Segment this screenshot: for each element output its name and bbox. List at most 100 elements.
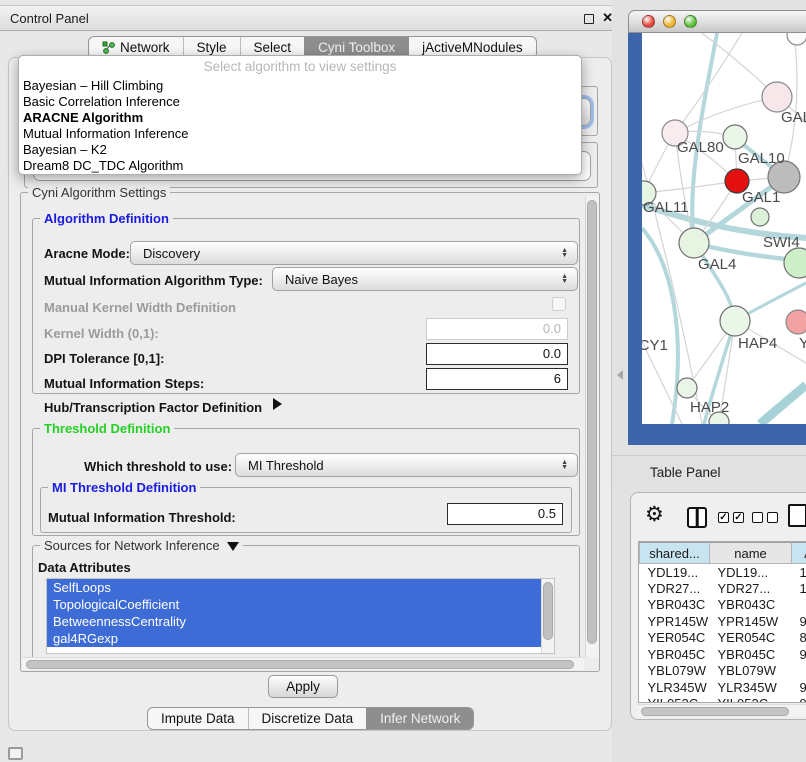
sources-group-title[interactable]: Sources for Network Inference bbox=[40, 538, 243, 553]
table-row[interactable]: YPR145WYPR145W9. bbox=[640, 613, 806, 630]
algorithm-option[interactable]: Mutual Information Inference bbox=[19, 126, 581, 142]
network-edge[interactable] bbox=[692, 33, 717, 243]
table-cell[interactable]: YIL052C bbox=[640, 696, 710, 704]
table-cell[interactable]: 13 bbox=[792, 564, 806, 581]
hub-definition-label[interactable]: Hub/Transcription Factor Definition bbox=[44, 400, 262, 415]
table-cell[interactable]: YDR27... bbox=[710, 580, 792, 597]
data-attribute-item[interactable]: SelfLoops bbox=[47, 579, 554, 596]
network-edge[interactable] bbox=[760, 385, 806, 424]
table-row[interactable]: YBL079WYBL079W bbox=[640, 663, 806, 680]
mi-threshold-field[interactable]: 0.5 bbox=[447, 503, 563, 525]
manual-kernel-checkbox[interactable] bbox=[552, 297, 566, 311]
data-attributes-list[interactable]: SelfLoopsTopologicalCoefficientBetweenne… bbox=[46, 578, 555, 654]
table-column-header[interactable]: shared... bbox=[640, 543, 710, 564]
network-view-canvas[interactable]: GALGAL80GAL10GAL1GAL11SWI4GAL4GCY1HAP4YH… bbox=[642, 33, 806, 424]
network-node[interactable] bbox=[677, 378, 697, 398]
table-row[interactable]: YDL19...YDL19...13 bbox=[640, 564, 806, 581]
table-cell[interactable]: YDR27... bbox=[640, 580, 710, 597]
network-node[interactable] bbox=[751, 208, 769, 226]
select-all-icon[interactable]: ✓ bbox=[733, 512, 744, 523]
algorithm-option[interactable]: Basic Correlation Inference bbox=[19, 94, 581, 110]
table-row[interactable]: YLR345WYLR345W9. bbox=[640, 679, 806, 696]
table-row[interactable]: YER054CYER054C8. bbox=[640, 630, 806, 647]
network-node[interactable] bbox=[679, 228, 709, 258]
network-node[interactable] bbox=[786, 310, 806, 334]
table-cell[interactable] bbox=[792, 597, 806, 614]
apply-button[interactable]: Apply bbox=[268, 675, 338, 698]
panel-divider-handle[interactable] bbox=[617, 370, 623, 380]
data-attribute-item[interactable]: gal4RGexp bbox=[47, 630, 554, 647]
float-window-icon[interactable] bbox=[584, 14, 594, 24]
tab-discretize-data[interactable]: Discretize Data bbox=[248, 708, 367, 729]
table-cell[interactable]: 9. bbox=[792, 613, 806, 630]
network-node[interactable] bbox=[784, 248, 806, 278]
aracne-mode-combo[interactable]: Discovery ▲▼ bbox=[130, 241, 578, 265]
table-cell[interactable]: YBR045C bbox=[640, 646, 710, 663]
table-row[interactable]: YBR043CYBR043C bbox=[640, 597, 806, 614]
table-cell[interactable]: YLR345W bbox=[640, 679, 710, 696]
table-cell[interactable]: YIL052C bbox=[710, 696, 792, 704]
table-cell[interactable]: YBR045C bbox=[710, 646, 792, 663]
table-cell[interactable] bbox=[792, 663, 806, 680]
mi-type-combo[interactable]: Naive Bayes ▲▼ bbox=[272, 267, 578, 291]
table-horizontal-scrollbar[interactable] bbox=[638, 704, 806, 716]
split-view-icon[interactable] bbox=[687, 507, 707, 528]
minimize-traffic-icon[interactable] bbox=[663, 15, 676, 28]
collapsed-panel-icon[interactable] bbox=[8, 747, 23, 760]
settings-horizontal-scrollbar[interactable] bbox=[22, 657, 584, 670]
table-cell[interactable]: YBR043C bbox=[640, 597, 710, 614]
network-edge[interactable] bbox=[644, 181, 737, 193]
table-column-header[interactable]: A bbox=[792, 543, 806, 564]
mi-steps-field[interactable]: 6 bbox=[426, 368, 568, 390]
table-cell[interactable]: 9. bbox=[792, 679, 806, 696]
gear-icon[interactable]: ⚙ bbox=[645, 502, 664, 526]
algorithm-option[interactable]: Bayesian – Hill Climbing bbox=[19, 78, 581, 94]
table-cell[interactable]: YPR145W bbox=[710, 613, 792, 630]
deselect-all-icon[interactable] bbox=[752, 512, 763, 523]
data-attribute-item[interactable]: BetweennessCentrality bbox=[47, 613, 554, 630]
table-cell[interactable]: YDL19... bbox=[640, 564, 710, 581]
table-cell[interactable]: YER054C bbox=[640, 630, 710, 647]
tab-impute-data[interactable]: Impute Data bbox=[148, 708, 248, 729]
triangle-down-icon bbox=[227, 542, 239, 551]
table-column-header[interactable]: name bbox=[710, 543, 792, 564]
network-node[interactable] bbox=[762, 82, 792, 112]
table-row[interactable]: YBR045CYBR045C9. bbox=[640, 646, 806, 663]
table-row[interactable]: YDR27...YDR27...12 bbox=[640, 580, 806, 597]
select-all-icon[interactable]: ✓ bbox=[718, 512, 729, 523]
network-edge[interactable] bbox=[675, 97, 777, 133]
table-cell[interactable]: YER054C bbox=[710, 630, 792, 647]
table-cell[interactable]: YLR345W bbox=[710, 679, 792, 696]
table-cell[interactable]: 8. bbox=[792, 630, 806, 647]
algorithm-option[interactable]: ARACNE Algorithm bbox=[19, 110, 581, 126]
attributes-list-scrollbar[interactable] bbox=[541, 579, 554, 653]
table-cell[interactable]: 12 bbox=[792, 580, 806, 597]
kernel-width-field[interactable]: 0.0 bbox=[426, 318, 568, 340]
triangle-right-icon[interactable] bbox=[273, 398, 282, 410]
table-row[interactable]: YIL052CYIL052C9 bbox=[640, 696, 806, 704]
data-attribute-item[interactable]: TopologicalCoefficient bbox=[47, 596, 554, 613]
which-threshold-combo[interactable]: MI Threshold ▲▼ bbox=[235, 453, 578, 477]
tab-infer-network[interactable]: Infer Network bbox=[366, 708, 473, 729]
settings-vertical-scrollbar[interactable] bbox=[585, 196, 599, 657]
dpi-tolerance-field[interactable]: 0.0 bbox=[426, 343, 568, 365]
table-cell[interactable]: 9. bbox=[792, 646, 806, 663]
table-cell[interactable]: YPR145W bbox=[640, 613, 710, 630]
network-edge[interactable] bbox=[642, 228, 678, 424]
new-table-icon[interactable] bbox=[788, 504, 806, 527]
deselect-all-icon[interactable] bbox=[767, 512, 778, 523]
table-cell[interactable]: YBR043C bbox=[710, 597, 792, 614]
algorithm-option[interactable]: Bayesian – K2 bbox=[19, 142, 581, 158]
network-node[interactable] bbox=[787, 33, 806, 45]
network-node[interactable] bbox=[723, 125, 747, 149]
network-node[interactable] bbox=[720, 306, 750, 336]
table-cell[interactable]: 9 bbox=[792, 696, 806, 704]
zoom-traffic-icon[interactable] bbox=[684, 15, 697, 28]
table-cell[interactable]: YBL079W bbox=[640, 663, 710, 680]
table-cell[interactable]: YDL19... bbox=[710, 564, 792, 581]
algorithm-option[interactable]: Dream8 DC_TDC Algorithm bbox=[19, 158, 581, 174]
close-traffic-icon[interactable] bbox=[642, 15, 655, 28]
bottom-tabs: Impute DataDiscretize DataInfer Network bbox=[147, 707, 474, 730]
network-window-titlebar[interactable] bbox=[628, 10, 806, 33]
table-cell[interactable]: YBL079W bbox=[710, 663, 792, 680]
